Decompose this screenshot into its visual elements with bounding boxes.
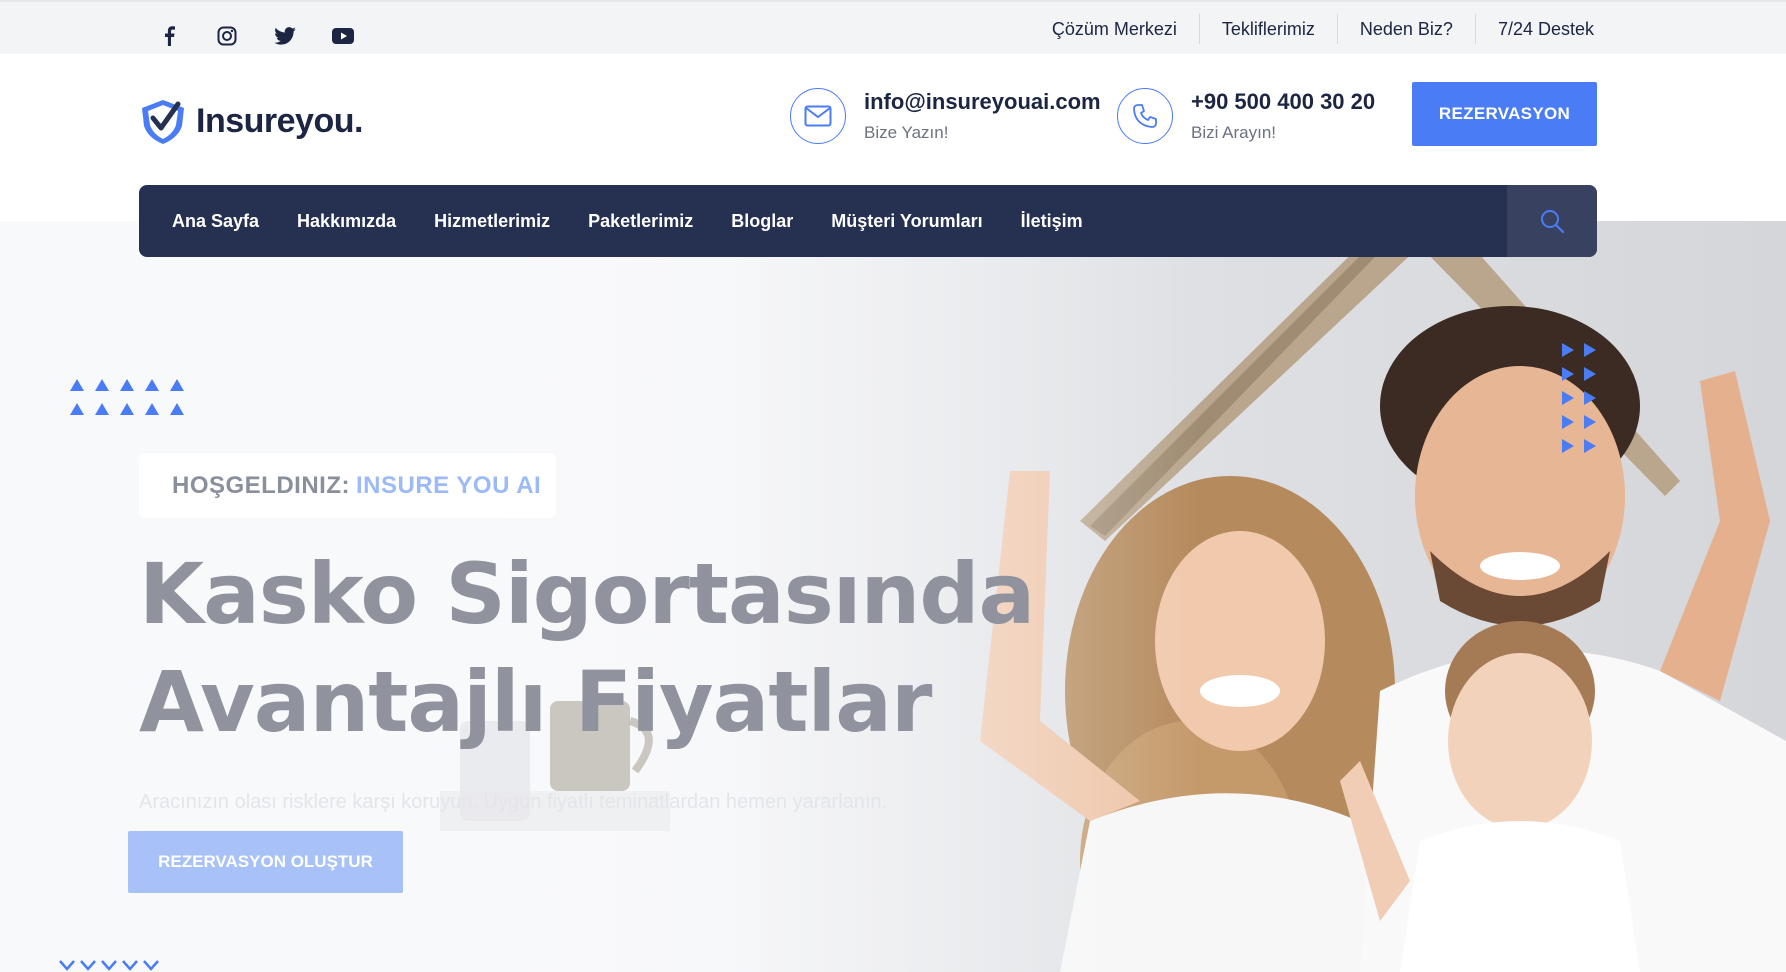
nav-item-bloglar[interactable]: Bloglar <box>731 211 793 232</box>
nav-item-ana-sayfa[interactable]: Ana Sayfa <box>172 211 259 232</box>
hero-subtext: Aracınızın olası risklere karşı koruyun.… <box>139 791 888 813</box>
top-link-neden-biz[interactable]: Neden Biz? <box>1336 14 1475 44</box>
welcome-prefix: HOŞGELDINIZ: <box>172 471 350 499</box>
phone-label: Bizi Arayın! <box>1191 123 1277 142</box>
instagram-icon[interactable] <box>213 22 241 50</box>
top-link-cozum-merkezi[interactable]: Çözüm Merkezi <box>1030 14 1199 44</box>
shield-logo-icon <box>142 100 184 144</box>
top-bar: Çözüm Merkezi Tekliflerimiz Neden Biz? 7… <box>0 0 1786 54</box>
nav-item-musteri-yorumlari[interactable]: Müşteri Yorumları <box>831 211 982 232</box>
welcome-brand: INSURE YOU AI <box>356 471 542 499</box>
facebook-icon[interactable] <box>155 22 183 50</box>
social-links <box>155 22 357 50</box>
top-links: Çözüm Merkezi Tekliflerimiz Neden Biz? 7… <box>1030 2 1616 56</box>
nav-item-hakkimizda[interactable]: Hakkımızda <box>297 211 396 232</box>
email-label: Bize Yazın! <box>864 123 949 142</box>
nav-item-iletisim[interactable]: İletişim <box>1021 211 1083 232</box>
logo[interactable]: Insureyou. <box>138 96 363 146</box>
arrows-decoration <box>1562 343 1596 453</box>
nav-item-hizmetlerimiz[interactable]: Hizmetlerimiz <box>434 211 550 232</box>
top-link-tekliflerimiz[interactable]: Tekliflerimiz <box>1198 14 1337 44</box>
search-button[interactable] <box>1507 185 1597 257</box>
email-address: info@insureyouai.com <box>864 89 1101 114</box>
welcome-badge: HOŞGELDINIZ: INSURE YOU AI <box>139 453 556 518</box>
hero-headline-line2: Avantajlı Fiyatlar <box>139 653 932 751</box>
chevrons-decoration <box>59 960 159 971</box>
mail-icon <box>790 88 846 144</box>
hero-headline: Kasko Sigortasında Avantajlı Fiyatlar <box>139 540 1035 756</box>
logo-text: Insureyou. <box>196 101 363 140</box>
top-link-destek[interactable]: 7/24 Destek <box>1474 14 1616 44</box>
twitter-icon[interactable] <box>271 22 299 50</box>
nav-item-paketlerimiz[interactable]: Paketlerimiz <box>588 211 693 232</box>
reservation-button[interactable]: REZERVASYON <box>1412 82 1597 146</box>
phone-contact[interactable]: +90 500 400 30 20 Bizi Arayın! <box>1117 88 1375 144</box>
create-reservation-button[interactable]: REZERVASYON OLUŞTUR <box>128 831 403 893</box>
hero-headline-line1: Kasko Sigortasında <box>139 545 1035 643</box>
youtube-icon[interactable] <box>329 22 357 50</box>
search-icon <box>1541 210 1565 234</box>
phone-number: +90 500 400 30 20 <box>1191 89 1376 114</box>
main-nav: Ana Sayfa Hakkımızda Hizmetlerimiz Paket… <box>139 185 1597 257</box>
phone-icon <box>1117 88 1173 144</box>
email-contact[interactable]: info@insureyouai.com Bize Yazın! <box>790 88 1101 144</box>
triangles-decoration <box>70 379 184 415</box>
